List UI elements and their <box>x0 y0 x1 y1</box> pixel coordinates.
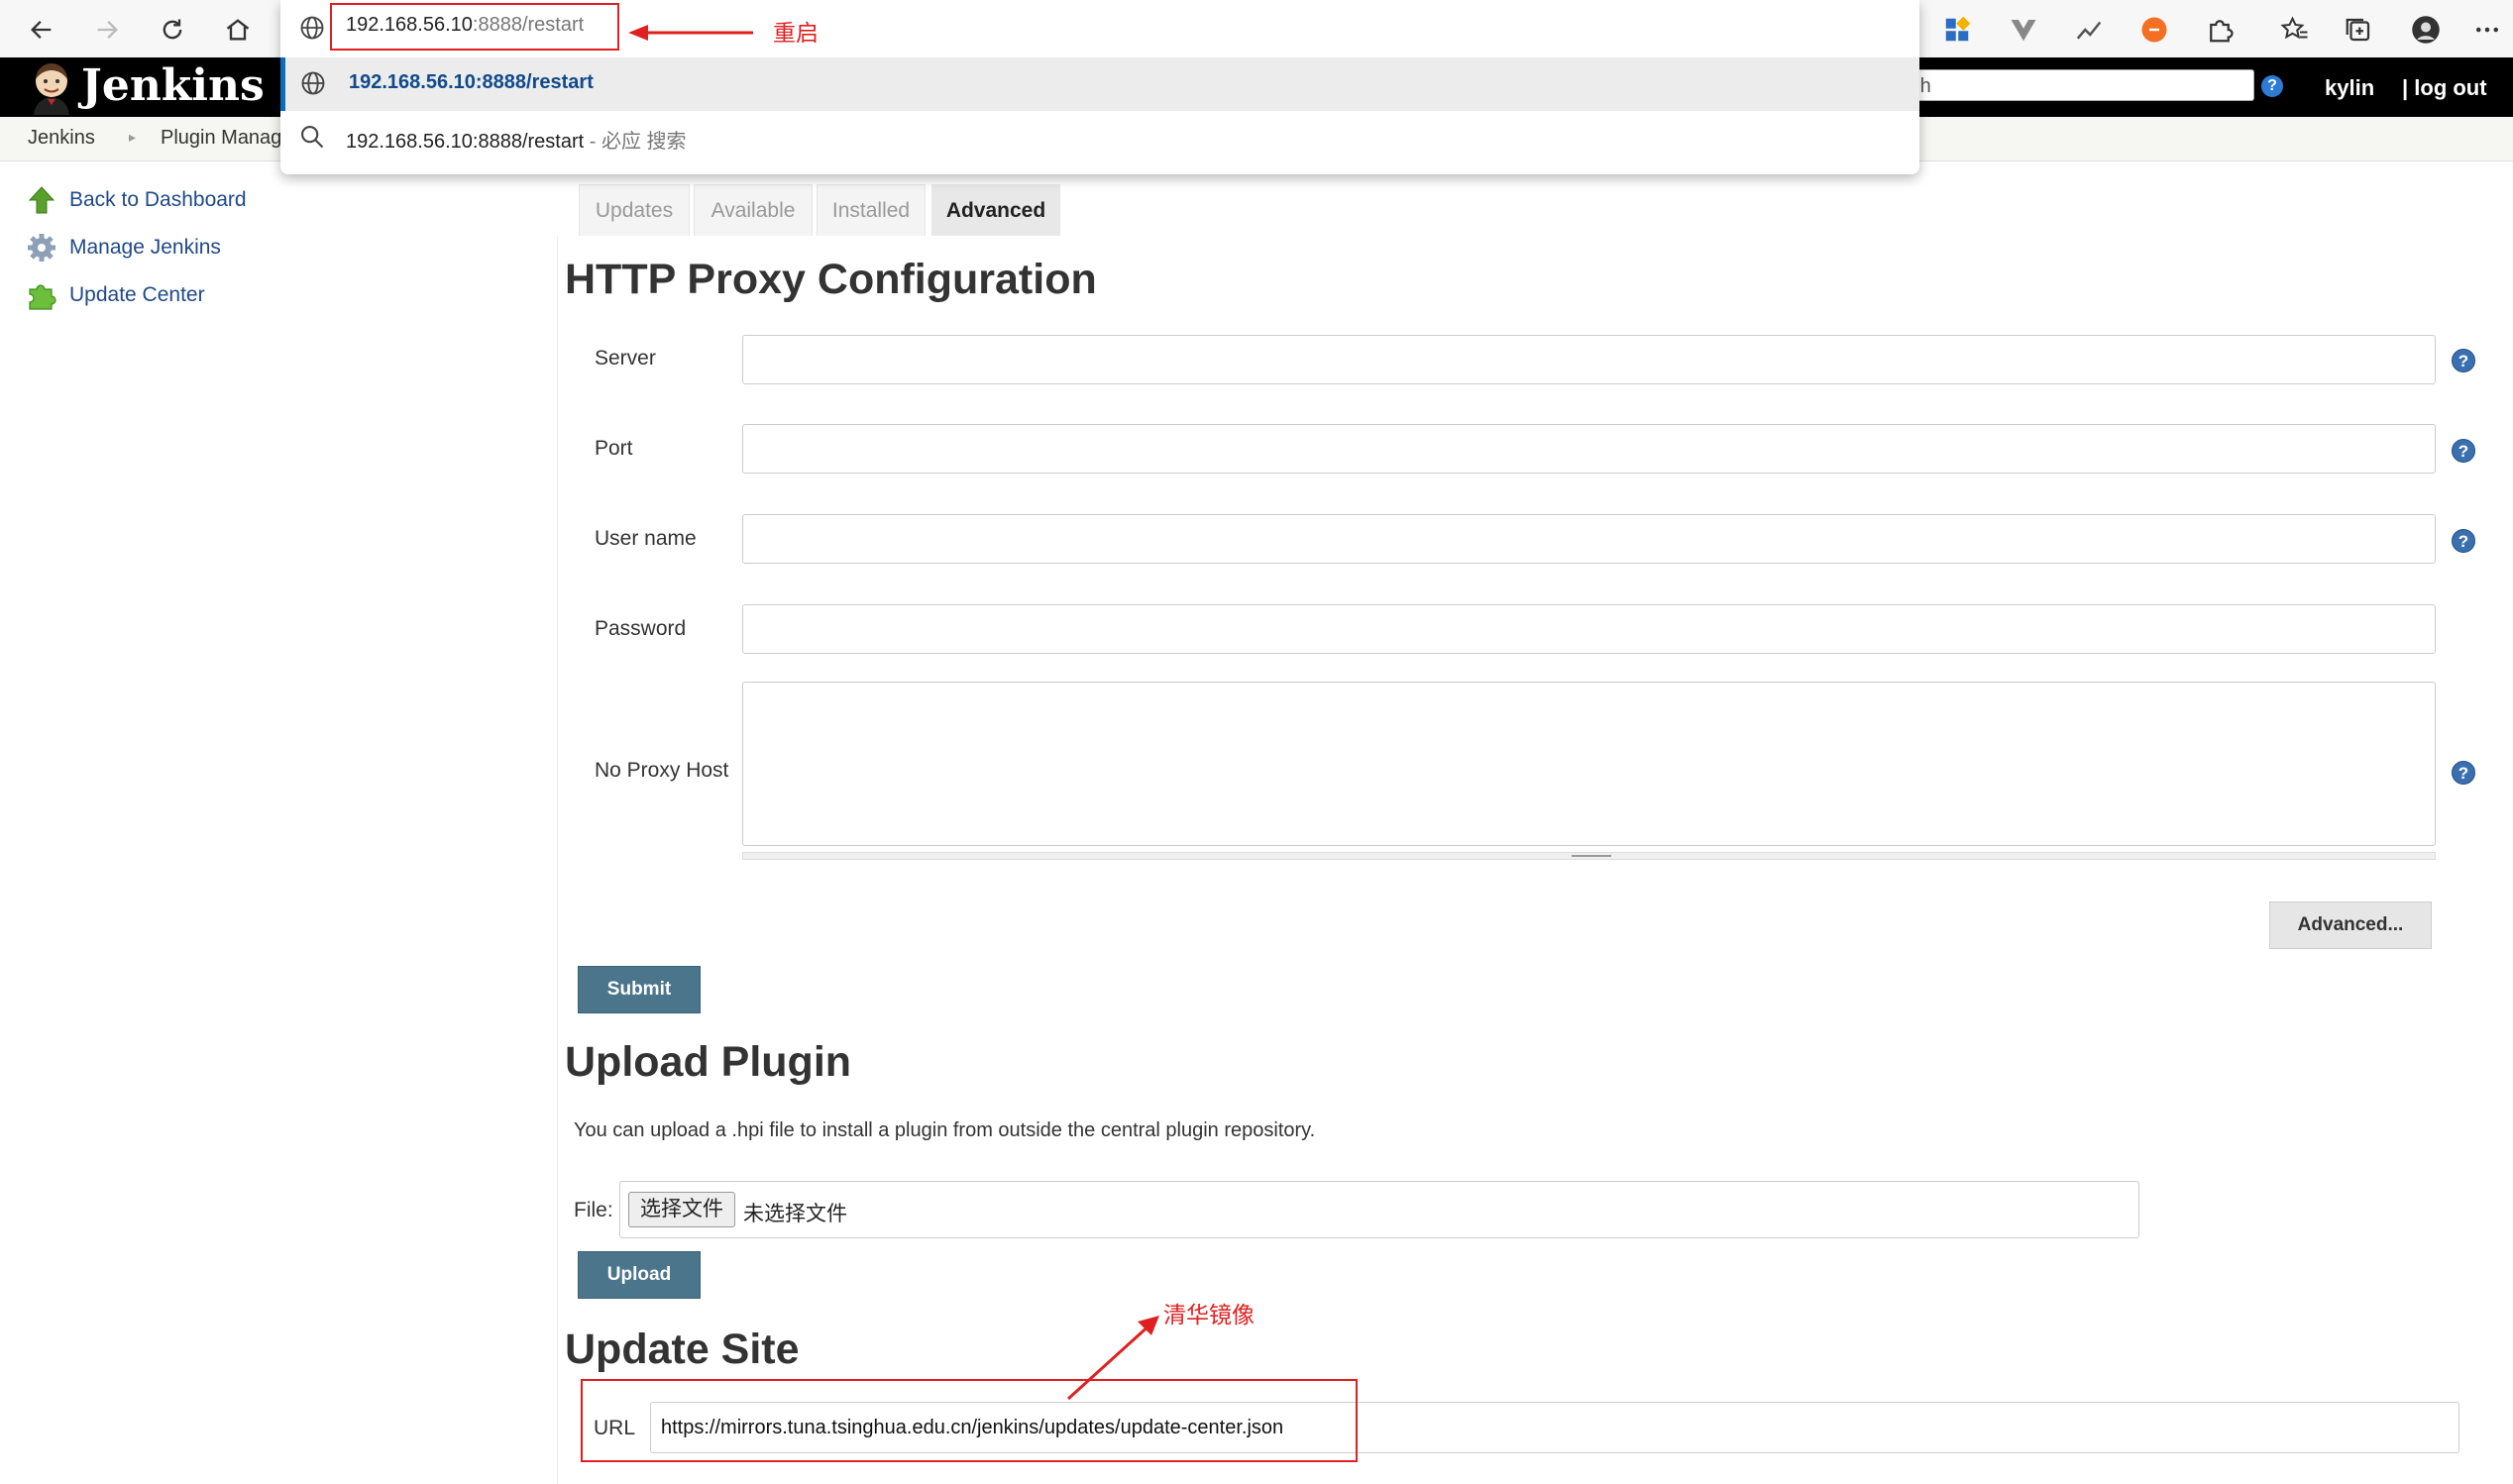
username-help-icon[interactable]: ? <box>2452 529 2475 553</box>
file-input-box: 选择文件 未选择文件 <box>619 1181 2139 1238</box>
resize-handle-icon <box>1572 855 1611 857</box>
suggestion-search-query: 192.168.56.10:8888/restart <box>346 131 585 153</box>
annotation-url-highlight-box <box>581 1379 1358 1462</box>
address-path: :8888/restart <box>472 14 585 36</box>
annotation-restart-note: 重启 <box>773 20 819 46</box>
upload-description: You can upload a .hpi file to install a … <box>574 1119 1316 1141</box>
collections-icon[interactable] <box>2339 10 2378 50</box>
server-input[interactable] <box>742 335 2436 384</box>
breadcrumb-separator-icon: ▸ <box>129 129 137 145</box>
upload-button[interactable]: Upload <box>578 1251 701 1299</box>
orange-extension-icon[interactable] <box>2134 10 2174 50</box>
sidebar-item-back-to-dashboard[interactable]: Back to Dashboard <box>26 182 247 218</box>
user-link[interactable]: kylin <box>2325 75 2374 101</box>
server-help-icon[interactable]: ? <box>2452 349 2475 372</box>
no-proxy-host-help-icon[interactable]: ? <box>2452 761 2475 785</box>
password-label: Password <box>595 617 687 640</box>
textarea-resize-bar[interactable] <box>742 852 2436 860</box>
profile-avatar-icon[interactable] <box>2406 10 2446 50</box>
more-menu-icon[interactable] <box>2467 10 2507 50</box>
globe-icon <box>300 16 324 40</box>
server-label: Server <box>595 347 656 370</box>
up-arrow-icon <box>28 186 55 214</box>
tab-updates[interactable]: Updates <box>579 184 690 236</box>
annotation-arrow-icon <box>1066 1316 1159 1401</box>
choose-file-button[interactable]: 选择文件 <box>628 1192 735 1227</box>
back-arrow-icon[interactable] <box>20 8 63 52</box>
jenkins-logo-text[interactable]: Jenkins <box>81 59 265 113</box>
favorites-icon[interactable] <box>2275 10 2315 50</box>
suggestion-item-url[interactable]: 192.168.56.10:8888/restart <box>280 57 1919 111</box>
no-proxy-host-label: No Proxy Host <box>595 759 729 782</box>
address-host: 192.168.56.10 <box>346 14 473 36</box>
apps-extension-icon[interactable] <box>1937 10 1977 50</box>
puzzle-icon <box>29 284 56 310</box>
sidebar-item-label: Manage Jenkins <box>69 236 221 259</box>
username-label: User name <box>595 527 697 550</box>
port-help-icon[interactable]: ? <box>2452 439 2475 463</box>
port-label: Port <box>595 437 633 460</box>
globe-icon <box>301 71 325 95</box>
port-input[interactable] <box>742 424 2436 474</box>
section-title-upload-plugin: Upload Plugin <box>565 1038 852 1086</box>
tab-advanced[interactable]: Advanced <box>931 184 1060 236</box>
tab-installed[interactable]: Installed <box>817 184 926 236</box>
suggestion-search-engine: - 必应 搜索 <box>584 131 687 153</box>
vue-extension-icon[interactable] <box>2004 10 2043 50</box>
sidebar-item-label: Back to Dashboard <box>69 188 247 211</box>
address-text: 192.168.56.10:8888/restart <box>346 14 584 37</box>
breadcrumb-plugin-manager[interactable]: Plugin Manag <box>161 127 281 150</box>
forward-arrow-icon[interactable] <box>85 8 129 52</box>
submit-button[interactable]: Submit <box>578 966 701 1013</box>
username-input[interactable] <box>742 514 2436 564</box>
section-title-http-proxy: HTTP Proxy Configuration <box>565 256 1097 303</box>
breadcrumb-jenkins[interactable]: Jenkins <box>28 127 95 150</box>
section-title-update-site: Update Site <box>565 1325 800 1373</box>
puzzle-extension-icon[interactable] <box>2200 10 2240 50</box>
annotation-mirror-note: 清华镜像 <box>1163 1302 1255 1327</box>
main-panel <box>557 236 2492 1484</box>
no-file-chosen-text: 未选择文件 <box>743 1203 847 1225</box>
help-icon[interactable]: ? <box>2261 75 2283 97</box>
home-icon[interactable] <box>216 8 260 52</box>
sidebar-item-label: Update Center <box>69 283 205 306</box>
no-proxy-host-textarea[interactable] <box>742 682 2436 846</box>
speed-extension-icon[interactable] <box>2069 10 2109 50</box>
tab-available[interactable]: Available <box>694 184 813 236</box>
suggestion-item-search[interactable]: 192.168.56.10:8888/restart - 必应 搜索 <box>346 125 687 154</box>
search-icon <box>301 126 324 149</box>
advanced-button[interactable]: Advanced... <box>2269 901 2432 949</box>
address-bar-dropdown: 192.168.56.10:8888/restart 192.168.56.10… <box>280 0 1919 174</box>
annotation-restart-arrow-icon <box>628 25 753 41</box>
sidebar-item-update-center[interactable]: Update Center <box>26 277 205 313</box>
gear-icon <box>28 234 55 262</box>
refresh-icon[interactable] <box>151 8 194 52</box>
suggestion-url-text: 192.168.56.10:8888/restart <box>349 71 594 93</box>
search-input[interactable]: rch <box>1893 69 2254 101</box>
file-label: File: <box>574 1199 613 1221</box>
jenkins-butler-logo-icon[interactable] <box>26 61 77 115</box>
password-input[interactable] <box>742 604 2436 654</box>
logout-link[interactable]: | log out <box>2402 75 2487 101</box>
sidebar-item-manage-jenkins[interactable]: Manage Jenkins <box>26 230 221 265</box>
